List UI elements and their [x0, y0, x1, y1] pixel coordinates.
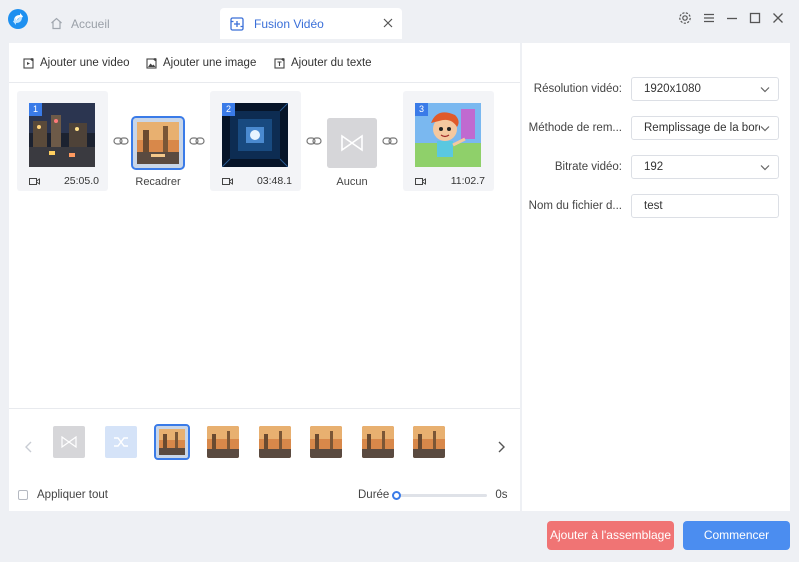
tab-home-label: Accueil: [71, 16, 110, 31]
bitrate-select[interactable]: 192: [631, 155, 779, 179]
chevron-down-icon: [760, 87, 770, 93]
clip-duration: 03:48.1: [256, 175, 292, 187]
chevron-right-icon[interactable]: [495, 440, 507, 454]
close-tab-icon[interactable]: [382, 17, 394, 29]
apply-all-checkbox[interactable]: [18, 490, 28, 500]
effect-thumbnail[interactable]: [362, 426, 394, 458]
video-camera-icon: [415, 177, 426, 185]
add-video-icon: [23, 58, 34, 69]
add-image-button[interactable]: Ajouter une image: [146, 57, 256, 69]
add-video-label: Ajouter une video: [40, 57, 130, 69]
effect-crop[interactable]: [154, 424, 190, 460]
clip-duration: 11:02.7: [450, 175, 485, 187]
toolbar: Ajouter une video Ajouter une image Ajou…: [9, 43, 520, 83]
fill-method-value: Remplissage de la bord: [644, 122, 760, 134]
duration-value: 0s: [495, 489, 508, 501]
clip-index-badge: 2: [222, 103, 235, 116]
transition-effects-strip: Appliquer tout Durée 0s: [9, 408, 520, 511]
video-clip-1[interactable]: 1 25:05.0: [17, 91, 108, 191]
chevron-left-icon[interactable]: [23, 440, 35, 454]
close-window-icon[interactable]: [770, 10, 786, 26]
add-text-icon: [274, 58, 285, 69]
clip-duration: 25:05.0: [63, 175, 99, 187]
add-text-button[interactable]: Ajouter du texte: [274, 57, 372, 69]
start-button[interactable]: Commencer: [683, 521, 790, 550]
title-bar: Accueil Fusion Vidéo: [0, 0, 799, 42]
tab-fusion-video[interactable]: Fusion Vidéo: [220, 8, 402, 39]
tab-home[interactable]: Accueil: [50, 8, 110, 39]
clip-timeline: 1 25:05.0 Recadrer 2 03:48.1 Aucun 3 11:…: [9, 83, 520, 408]
effect-shuffle[interactable]: [105, 426, 137, 458]
duration-slider-knob[interactable]: [392, 490, 402, 500]
add-to-assembly-button[interactable]: Ajouter à l'assemblage: [547, 521, 674, 550]
transition-recadrer[interactable]: [131, 116, 185, 170]
link-icon: [189, 137, 205, 145]
clip-2-meta: 03:48.1: [222, 175, 292, 187]
resolution-value: 1920x1080: [644, 83, 701, 95]
chevron-down-icon: [760, 165, 770, 171]
effect-thumbnail[interactable]: [310, 426, 342, 458]
link-icon: [382, 137, 398, 145]
effect-thumbnail[interactable]: [413, 426, 445, 458]
video-camera-icon: [29, 177, 40, 185]
fill-method-label: Méthode de rem...: [528, 122, 622, 134]
link-icon: [306, 137, 322, 145]
fill-method-select[interactable]: Remplissage de la bord: [631, 116, 779, 140]
resolution-select[interactable]: 1920x1080: [631, 77, 779, 101]
maximize-icon[interactable]: [747, 10, 763, 26]
resolution-label: Résolution vidéo:: [533, 83, 622, 95]
apply-all-label: Appliquer tout: [37, 489, 108, 501]
transition-label: Recadrer: [135, 176, 181, 188]
filename-value: test: [644, 200, 663, 212]
merge-video-icon: [230, 16, 244, 31]
effect-thumbnail[interactable]: [259, 426, 291, 458]
add-text-label: Ajouter du texte: [291, 57, 372, 69]
video-clip-2[interactable]: 2 03:48.1: [210, 91, 301, 191]
home-icon: [51, 17, 62, 30]
add-image-label: Ajouter une image: [163, 57, 257, 69]
minimize-icon[interactable]: [724, 10, 740, 26]
settings-gear-icon[interactable]: [677, 10, 693, 26]
filename-label: Nom du fichier d...: [528, 200, 622, 212]
clip-3-meta: 11:02.7: [415, 175, 485, 187]
add-image-icon: [146, 58, 157, 69]
transition-aucun[interactable]: [327, 118, 377, 168]
video-clip-3[interactable]: 3 11:02.7: [403, 91, 494, 191]
duration-label: Durée: [358, 489, 390, 501]
duration-slider[interactable]: [392, 490, 488, 500]
chevron-down-icon: [760, 126, 770, 132]
effect-thumbnail[interactable]: [207, 426, 239, 458]
menu-icon[interactable]: [701, 10, 717, 26]
bitrate-value: 192: [644, 161, 664, 173]
settings-panel: Résolution vidéo: 1920x1080 Méthode de r…: [522, 43, 790, 511]
video-camera-icon: [222, 177, 233, 185]
apply-all-option[interactable]: Appliquer tout: [18, 489, 108, 501]
duration-control: Durée 0s: [358, 489, 507, 501]
link-icon: [113, 137, 129, 145]
no-transition-icon: [327, 118, 377, 168]
effect-none[interactable]: [53, 426, 85, 458]
clip-1-meta: 25:05.0: [29, 175, 99, 187]
bitrate-label: Bitrate vidéo:: [554, 161, 622, 173]
transition-label: Aucun: [336, 176, 368, 188]
editor-panel: Ajouter une video Ajouter une image Ajou…: [9, 43, 520, 511]
filename-input[interactable]: test: [631, 194, 779, 218]
clip-index-badge: 3: [415, 103, 428, 116]
app-logo-icon: [8, 9, 28, 29]
tab-fusion-video-label: Fusion Vidéo: [254, 16, 324, 31]
clip-index-badge: 1: [29, 103, 42, 116]
add-video-button[interactable]: Ajouter une video: [23, 57, 130, 69]
